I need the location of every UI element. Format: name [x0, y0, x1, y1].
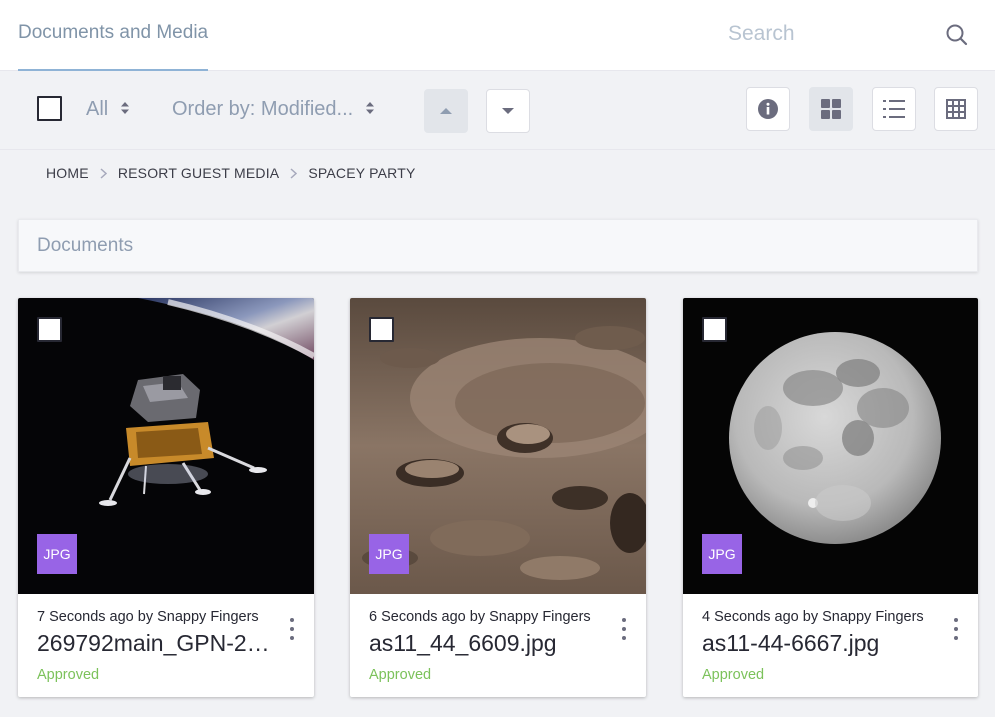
card-title[interactable]: as11-44-6667.jpg: [702, 630, 942, 657]
chevron-right-icon: [100, 167, 107, 179]
list-view-icon: [883, 100, 905, 118]
filter-label: All: [86, 98, 109, 120]
list-view-button[interactable]: [872, 87, 916, 131]
card-title[interactable]: 269792main_GPN-2…: [37, 630, 277, 657]
breadcrumb: HOME RESORT GUEST MEDIA SPACEY PARTY: [46, 163, 416, 183]
management-toolbar: All Order by: Modified...: [0, 72, 995, 150]
sort-descending-button[interactable]: [486, 89, 530, 133]
info-circle-icon: [758, 99, 778, 119]
top-navbar: Documents and Media: [0, 0, 995, 71]
breadcrumb-home[interactable]: HOME: [46, 165, 89, 181]
file-type-badge: JPG: [369, 534, 409, 574]
chevron-right-icon: [290, 167, 298, 179]
documents-section-header: Documents: [18, 219, 978, 272]
file-type-badge: JPG: [37, 534, 77, 574]
file-type-badge: JPG: [702, 534, 742, 574]
caret-down-icon: [502, 108, 514, 114]
breadcrumb-spacey-party: SPACEY PARTY: [308, 165, 416, 181]
caret-double-icon: [120, 98, 130, 121]
cards-view-icon: [821, 99, 841, 119]
document-card[interactable]: JPG 7 Seconds ago by Snappy Fingers 2697…: [18, 298, 314, 697]
status-label: Approved: [369, 667, 432, 683]
card-checkbox[interactable]: [37, 317, 62, 342]
search-icon[interactable]: [944, 22, 970, 48]
select-all-checkbox[interactable]: [37, 96, 62, 121]
cards-view-button[interactable]: [809, 87, 853, 131]
status-label: Approved: [37, 667, 100, 683]
card-checkbox[interactable]: [702, 317, 727, 342]
table-view-icon: [946, 99, 966, 119]
card-modified-info: 6 Seconds ago by Snappy Fingers: [369, 609, 591, 625]
document-card[interactable]: JPG 6 Seconds ago by Snappy Fingers as11…: [350, 298, 646, 697]
card-checkbox[interactable]: [369, 317, 394, 342]
table-view-button[interactable]: [934, 87, 978, 131]
caret-up-icon: [440, 108, 452, 114]
order-by-dropdown[interactable]: Order by: Modified...: [172, 98, 375, 121]
document-card[interactable]: JPG 4 Seconds ago by Snappy Fingers as11…: [683, 298, 978, 697]
card-title[interactable]: as11_44_6609.jpg: [369, 630, 609, 657]
card-modified-info: 7 Seconds ago by Snappy Fingers: [37, 609, 259, 625]
sort-ascending-button[interactable]: [424, 89, 468, 133]
filter-dropdown[interactable]: All: [86, 98, 130, 121]
kebab-menu-icon[interactable]: [946, 616, 966, 642]
kebab-menu-icon[interactable]: [282, 616, 302, 642]
info-button[interactable]: [746, 87, 790, 131]
nav-title-documents-and-media[interactable]: Documents and Media: [18, 0, 209, 71]
order-by-label: Order by: Modified...: [172, 98, 354, 120]
breadcrumb-resort-guest-media[interactable]: RESORT GUEST MEDIA: [118, 165, 280, 181]
caret-double-icon: [365, 98, 375, 121]
card-modified-info: 4 Seconds ago by Snappy Fingers: [702, 609, 924, 625]
status-label: Approved: [702, 667, 765, 683]
kebab-menu-icon[interactable]: [614, 616, 634, 642]
search-input[interactable]: [728, 18, 928, 50]
